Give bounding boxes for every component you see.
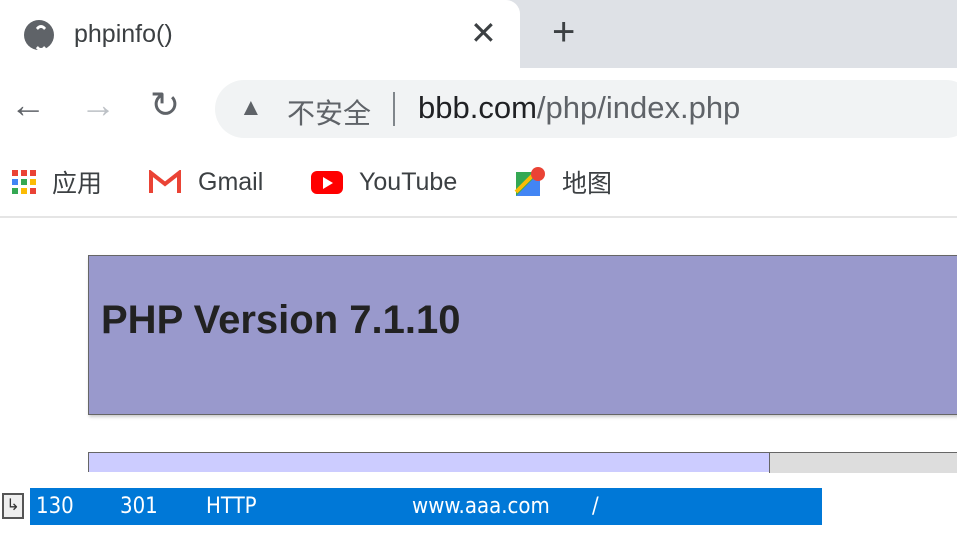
maps-icon xyxy=(514,167,545,196)
session-host: www.aaa.com xyxy=(412,494,550,519)
tab-title: phpinfo() xyxy=(74,20,173,48)
bookmark-youtube[interactable]: YouTube xyxy=(311,164,457,200)
bookmark-maps[interactable]: 地图 xyxy=(514,164,612,200)
gmail-icon xyxy=(149,170,181,193)
insecure-label: 不安全 xyxy=(287,98,372,129)
bookmarks-bar: 应用 Gmail YouTube 地图 xyxy=(0,150,957,218)
divider xyxy=(393,92,395,126)
toolbar: ← → ↻ ▲ 不安全 bbb.com/php/index.php xyxy=(0,68,957,150)
tab-phpinfo[interactable]: phpinfo() ✕ xyxy=(0,0,520,68)
session-status: 301 xyxy=(120,494,158,519)
bookmark-gmail[interactable]: Gmail xyxy=(148,164,263,200)
youtube-icon xyxy=(311,170,343,194)
address-bar[interactable]: ▲ 不安全 bbb.com/php/index.php xyxy=(215,80,957,138)
info-table-value xyxy=(769,453,957,473)
session-path: / xyxy=(592,494,599,519)
reload-button[interactable]: ↻ xyxy=(150,84,180,126)
bookmark-label: 应用 xyxy=(52,170,103,198)
globe-icon xyxy=(24,20,54,51)
session-id: 130 xyxy=(36,494,74,519)
new-tab-button[interactable]: + xyxy=(552,10,575,55)
info-table-row xyxy=(88,452,957,473)
back-button[interactable]: ← xyxy=(10,84,46,126)
php-version-header: PHP Version 7.1.10 xyxy=(88,255,957,415)
apps-icon xyxy=(12,170,36,194)
page-title: PHP Version 7.1.10 xyxy=(101,298,461,342)
warning-icon: ▲ xyxy=(239,94,263,121)
forward-button[interactable]: → xyxy=(80,84,116,126)
bookmark-label: Gmail xyxy=(198,167,264,196)
capture-list: ↳ 130 301 HTTP www.aaa.com / xyxy=(0,485,830,528)
session-row[interactable]: 130 301 HTTP www.aaa.com / xyxy=(30,488,822,525)
bookmark-label: 地图 xyxy=(562,170,613,198)
bookmark-apps[interactable]: 应用 xyxy=(12,164,102,200)
redirect-icon: ↳ xyxy=(2,493,24,519)
url-text[interactable]: bbb.com/php/index.php xyxy=(418,90,740,126)
bookmark-label: YouTube xyxy=(359,167,458,196)
tab-strip: phpinfo() ✕ + xyxy=(0,0,957,68)
session-protocol: HTTP xyxy=(206,494,257,519)
close-tab-button[interactable]: ✕ xyxy=(470,14,497,52)
